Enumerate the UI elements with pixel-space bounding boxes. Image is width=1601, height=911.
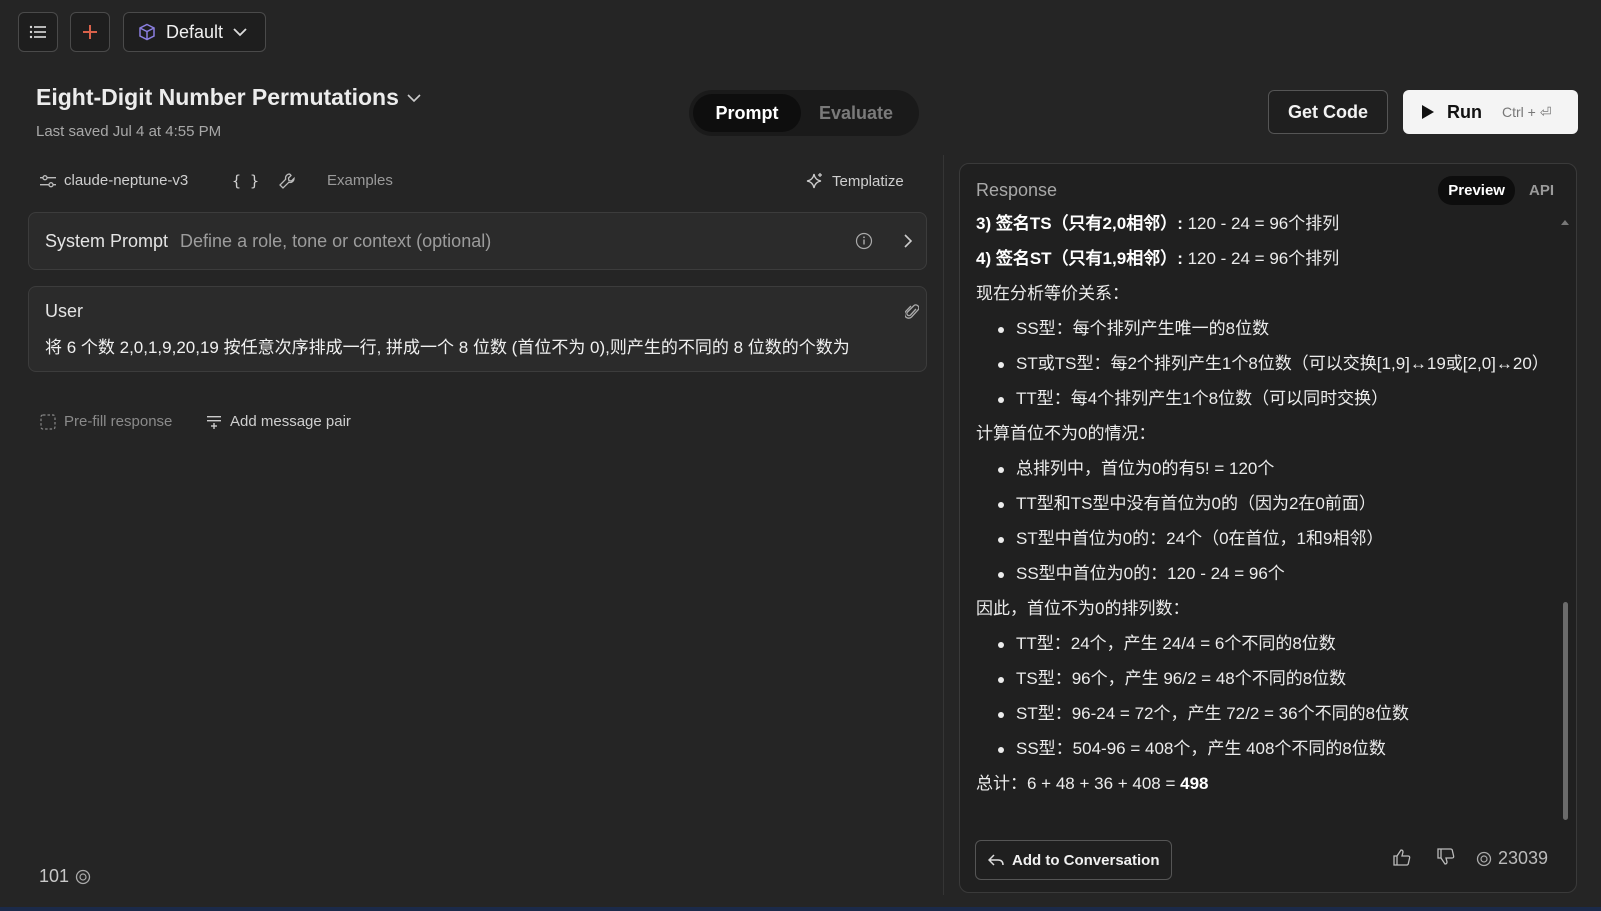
run-button[interactable]: Run Ctrl + ⏎ (1403, 90, 1578, 134)
thumbs-up-icon (1393, 849, 1411, 866)
response-content: 3) 签名TS（只有2,0相邻）: 120 - 24 = 96个排列 4) 签名… (976, 212, 1546, 818)
tab-preview[interactable]: Preview (1438, 176, 1515, 205)
system-prompt-label: System Prompt (45, 230, 169, 251)
token-icon (75, 869, 91, 884)
response-text: 120 - 24 = 96个排列 (1182, 214, 1340, 233)
response-paragraph: 计算首位不为0的情况： (976, 424, 1156, 443)
list-item: SS型中首位为0的：120 - 24 = 96个 (976, 562, 1546, 586)
response-line: 4) 签名ST（只有1,9相邻）: 120 - 24 = 96个排列 (976, 247, 1546, 271)
add-to-conversation-button[interactable]: Add to Conversation (975, 840, 1172, 880)
wrench-icon (279, 173, 295, 189)
list-item: TT型：24个，产生 24/4 = 6个不同的8位数 (976, 632, 1546, 656)
examples-label: Examples (327, 172, 393, 189)
dashed-box-icon (40, 413, 56, 430)
thumbs-up-button[interactable] (1392, 848, 1412, 866)
panel-divider[interactable] (943, 155, 944, 895)
response-bold: 3) 签名TS（只有2,0相邻）: (976, 214, 1183, 233)
tab-evaluate[interactable]: Evaluate (801, 94, 911, 132)
model-name: claude-neptune-v3 (64, 172, 189, 189)
list-item: SS型：504-96 = 408个，产生 408个不同的8位数 (976, 737, 1546, 761)
examples-button[interactable]: Examples (327, 172, 393, 189)
workspace-label: Default (166, 21, 224, 42)
list-item: ST型中首位为0的：24个（0在首位，1和9相邻） (976, 527, 1546, 551)
info-icon[interactable] (855, 232, 873, 250)
chevron-down-icon (233, 28, 247, 37)
prompt-token-count: 101 (39, 866, 91, 887)
chevron-right-icon[interactable] (903, 233, 913, 249)
response-header: Response (976, 180, 1058, 200)
paperclip-icon[interactable] (905, 303, 919, 321)
templatize-button[interactable]: Templatize (806, 172, 904, 190)
response-bold: 4) 签名ST（只有1,9相邻）: (976, 249, 1183, 268)
templatize-label: Templatize (832, 172, 904, 190)
prompt-title[interactable]: Eight-Digit Number Permutations (36, 84, 421, 111)
response-token-value: 23039 (1498, 848, 1549, 868)
variables-button[interactable]: { } (232, 172, 259, 190)
response-text: 120 - 24 = 96个排列 (1182, 249, 1340, 268)
response-paragraph: 因此，首位不为0的排列数： (976, 599, 1190, 618)
sliders-icon (40, 174, 56, 187)
list-item: ST或TS型：每2个排列产生1个8位数（可以交换[1,9]↔19或[2,0]↔2… (976, 352, 1546, 376)
system-prompt-field[interactable]: System Prompt Define a role, tone or con… (28, 212, 927, 270)
add-to-conversation-label: Add to Conversation (1012, 851, 1160, 869)
scroll-up-arrow[interactable] (1560, 218, 1570, 226)
model-selector[interactable]: claude-neptune-v3 (40, 172, 188, 189)
run-shortcut: Ctrl + ⏎ (1502, 103, 1552, 120)
response-total: 总计：6 + 48 + 36 + 408 = 498 (976, 772, 1546, 796)
system-prompt-placeholder: Define a role, tone or context (optional… (180, 230, 492, 251)
thumbs-down-icon (1437, 848, 1455, 865)
prompt-title-text: Eight-Digit Number Permutations (36, 84, 399, 110)
sparkle-icon (806, 173, 822, 189)
message-plus-icon (207, 415, 221, 429)
list-item: 总排列中，首位为0的有5! = 120个 (976, 457, 1546, 481)
plus-icon (83, 25, 97, 39)
add-message-pair-button[interactable]: Add message pair (206, 413, 351, 430)
token-count-value: 101 (39, 866, 70, 886)
response-list: TT型：24个，产生 24/4 = 6个不同的8位数 TS型：96个，产生 96… (976, 632, 1546, 761)
last-saved-text: Last saved Jul 4 at 4:55 PM (36, 123, 222, 140)
play-icon (1422, 105, 1434, 119)
reply-icon (988, 854, 1004, 866)
response-scrollbar[interactable] (1563, 602, 1568, 820)
response-list: 总排列中，首位为0的有5! = 120个 TT型和TS型中没有首位为0的（因为2… (976, 457, 1546, 586)
tab-prompt[interactable]: Prompt (693, 94, 801, 132)
response-line: 3) 签名TS（只有2,0相邻）: 120 - 24 = 96个排列 (976, 212, 1546, 236)
new-prompt-button[interactable] (70, 12, 110, 52)
list-item: ST型：96-24 = 72个，产生 72/2 = 36个不同的8位数 (976, 702, 1546, 726)
workspace-selector[interactable]: Default (123, 12, 266, 52)
tools-button[interactable] (278, 172, 296, 190)
sidebar-toggle-button[interactable] (18, 12, 58, 52)
response-list: SS型：每个排列产生唯一的8位数 ST或TS型：每2个排列产生1个8位数（可以交… (976, 317, 1546, 411)
response-token-count: 23039 (1476, 848, 1548, 869)
add-pair-label: Add message pair (230, 413, 351, 430)
response-panel: Response Preview API 3) 签名TS（只有2,0相邻）: 1… (959, 163, 1577, 893)
chevron-down-icon (407, 93, 421, 102)
prefill-label: Pre-fill response (64, 413, 173, 430)
token-icon (1476, 851, 1492, 866)
response-paragraph: 现在分析等价关系： (976, 284, 1129, 303)
user-label: User (45, 301, 84, 321)
user-message-box[interactable]: User 将 6 个数 2,0,1,9,20,19 按任意次序排成一行, 拼成一… (28, 286, 927, 372)
response-view-switch: Preview API (1438, 176, 1562, 205)
total-value: 498 (1180, 774, 1209, 793)
list-item: TT型：每4个排列产生1个8位数（可以同时交换） (976, 387, 1546, 411)
total-text: 总计：6 + 48 + 36 + 408 = (976, 774, 1181, 793)
list-item: SS型：每个排列产生唯一的8位数 (976, 317, 1546, 341)
list-item: TT型和TS型中没有首位为0的（因为2在0前面） (976, 492, 1546, 516)
user-message-text[interactable]: 将 6 个数 2,0,1,9,20,19 按任意次序排成一行, 拼成一个 8 位… (45, 333, 850, 358)
get-code-button[interactable]: Get Code (1268, 90, 1388, 134)
cube-icon (139, 23, 155, 41)
tab-api[interactable]: API (1521, 176, 1562, 205)
prefill-response-button[interactable]: Pre-fill response (40, 413, 172, 430)
braces-icon: { } (232, 172, 260, 190)
run-label: Run (1447, 101, 1482, 122)
list-icon (29, 25, 46, 39)
thumbs-down-button[interactable] (1436, 848, 1456, 866)
list-item: TS型：96个，产生 96/2 = 48个不同的8位数 (976, 667, 1546, 691)
mode-switch: Prompt Evaluate (689, 90, 919, 136)
bottom-edge-bar (0, 907, 1601, 911)
